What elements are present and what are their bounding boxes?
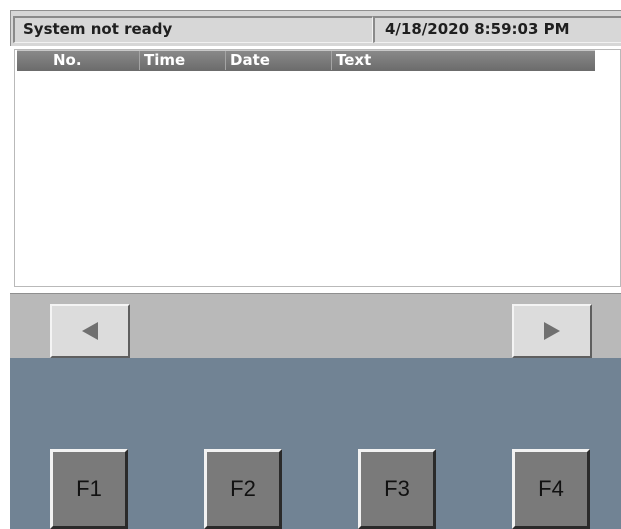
f1-key[interactable]: F1	[50, 449, 128, 529]
alarm-table-header: No. Time Date Text	[17, 50, 595, 71]
system-status-field: System not ready	[13, 16, 373, 43]
datetime-field: 4/18/2020 8:59:03 PM	[373, 16, 621, 43]
function-key-area: F1 F2 F3 F4	[10, 358, 621, 529]
column-header-no[interactable]: No.	[17, 51, 105, 70]
column-header-date[interactable]: Date	[225, 51, 329, 70]
f2-key[interactable]: F2	[204, 449, 282, 529]
previous-button[interactable]	[50, 304, 130, 358]
alarm-view[interactable]: No. Time Date Text	[14, 49, 621, 287]
triangle-left-icon	[82, 322, 98, 340]
f3-key[interactable]: F3	[358, 449, 436, 529]
navigation-strip	[10, 293, 621, 358]
triangle-right-icon	[544, 322, 560, 340]
status-bar: System not ready 4/18/2020 8:59:03 PM	[10, 10, 621, 46]
column-header-text[interactable]: Text	[331, 51, 595, 70]
f4-key[interactable]: F4	[512, 449, 590, 529]
next-button[interactable]	[512, 304, 592, 358]
column-header-time[interactable]: Time	[139, 51, 227, 70]
